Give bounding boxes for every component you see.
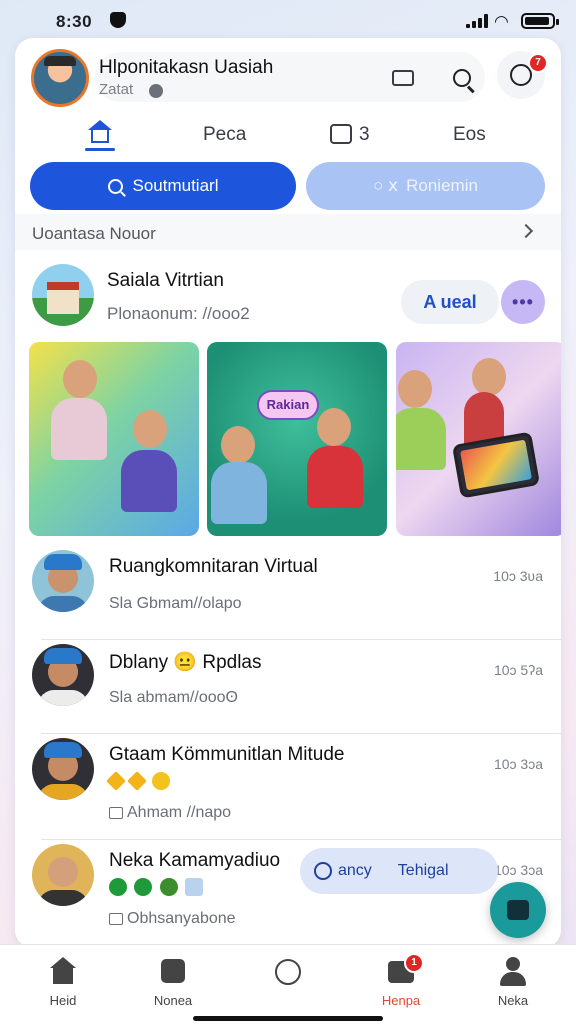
community-icon [273,957,303,987]
notification-badge: 7 [528,53,548,73]
list-item-time: 10ɔ 5ʔa [493,662,543,678]
avatar [32,550,94,612]
list-item-subtitle: Sla abmam//oooʘ [109,689,238,706]
tab-home[interactable] [85,118,115,151]
avatar [32,644,94,706]
profile-icon [498,957,528,987]
gallery-photo-2[interactable]: Rakian [207,342,387,536]
app-title: Hlponitakasn Uasiah [99,57,274,78]
nav-label: Heid [49,993,77,1008]
home-icon [88,120,112,130]
nav-label: Neka [497,993,529,1008]
avatar [32,738,94,800]
nav-profile[interactable]: Neka [468,957,558,1008]
compose-fab[interactable] [490,882,546,938]
message-icon [109,912,123,925]
shield-icon [110,12,126,28]
list-item-title: Neka Kamamyadiuo [109,850,281,871]
nav-news[interactable]: Nonea [128,957,218,1008]
chat-icon [314,862,332,880]
profile-avatar[interactable] [31,49,89,107]
compose-icon [507,900,529,920]
list-item-time: 10ɔ 3ɔa [493,756,543,772]
list-item[interactable]: Dblany 😐 Rpdlas Sla abmam//oooʘ 10ɔ 5ʔa [15,640,561,734]
main-card: Hlponitakasn Uasiah Zatat 7 Peca 3 Eos S… [15,38,561,948]
featured-title: Saiala Vitrtian [107,270,224,291]
search-icon[interactable] [442,58,482,98]
message-icon [109,806,123,819]
list-item-title: Gtaam Kömmunitlan Mitude [109,744,345,765]
app-subtitle: Zatat [99,81,134,98]
list-item-subtitle: Sla Gbmam//olapo [109,595,242,612]
news-icon [158,957,188,987]
star-rating-icon [106,771,173,791]
home-icon [48,957,78,987]
nav-badge: 1 [404,953,424,973]
primary-search-button[interactable]: Soutmutiarl [30,162,296,210]
photo-gallery[interactable]: Rakian [29,342,561,536]
battery-icon [521,13,559,29]
featured-avatar[interactable] [32,264,94,326]
photo-caption: Rakian [257,390,319,420]
secondary-button-label: Roniemin [406,176,478,195]
chat-pill-left: ancy [338,862,372,879]
list-item[interactable]: Gtaam Kömmunitlan Mitude Ahmam //napo 10… [15,734,561,840]
nav-label: Nonea [153,993,193,1008]
section-label: Uoantasa Nouor [32,224,156,243]
tab-eos[interactable]: Eos [453,124,486,146]
secondary-button[interactable]: ○ ⅹ Roniemin [306,162,545,210]
clock-icon [149,84,163,98]
home-indicator [193,1016,383,1021]
nav-home[interactable]: Heid [18,957,108,1008]
chat-pill-right: Tehigal [397,862,449,879]
chat-pill[interactable]: ancy Tehigal [300,848,498,894]
tab-peca[interactable]: Peca [203,124,246,146]
tab-count[interactable]: 3 [359,124,370,146]
list-item-time: 10ɔ 3ʋa [493,568,543,584]
tab-bar: Peca 3 Eos [15,116,561,158]
nav-label: Henpa [381,993,421,1008]
list-item-title: Dblany 😐 Rpdlas [109,652,262,673]
list-item-title: Ruangkomnitaran Virtual [109,556,318,577]
local-button[interactable]: A ueal [401,280,499,324]
status-bar: 8:30 ◠ [0,0,576,40]
secondary-button-icons: ○ ⅹ [373,176,399,195]
avatar [32,844,94,906]
nav-henpa[interactable]: 1 Henpa [356,953,446,1008]
gallery-photo-1[interactable] [29,342,199,536]
search-icon [107,178,123,194]
gallery-photo-3[interactable] [396,342,561,536]
featured-subtitle: Plonaonum: //ooo2 [107,304,250,323]
list-item[interactable]: Ruangkomnitaran Virtual Sla Gbmam//olapo… [15,546,561,640]
nav-center[interactable] [243,957,333,993]
list-item-time: 10ɔ 3ɔa [493,862,543,878]
list-item-subtitle: Obhsanyabone [109,910,236,928]
tab-grid-icon[interactable] [330,124,352,144]
tv-icon[interactable] [383,58,423,98]
status-time: 8:30 [56,12,93,31]
primary-button-label: Soutmutiarl [132,176,219,195]
tab-active-indicator [85,148,115,151]
more-button[interactable]: ••• [501,280,545,324]
bottom-nav: Heid Nonea 1 Henpa Neka [0,944,576,1024]
wifi-icon: ◠ [494,12,509,31]
signal-icon [466,14,488,28]
list-item-subtitle: Ahmam //napo [109,804,231,822]
status-dots-icon [109,878,206,896]
